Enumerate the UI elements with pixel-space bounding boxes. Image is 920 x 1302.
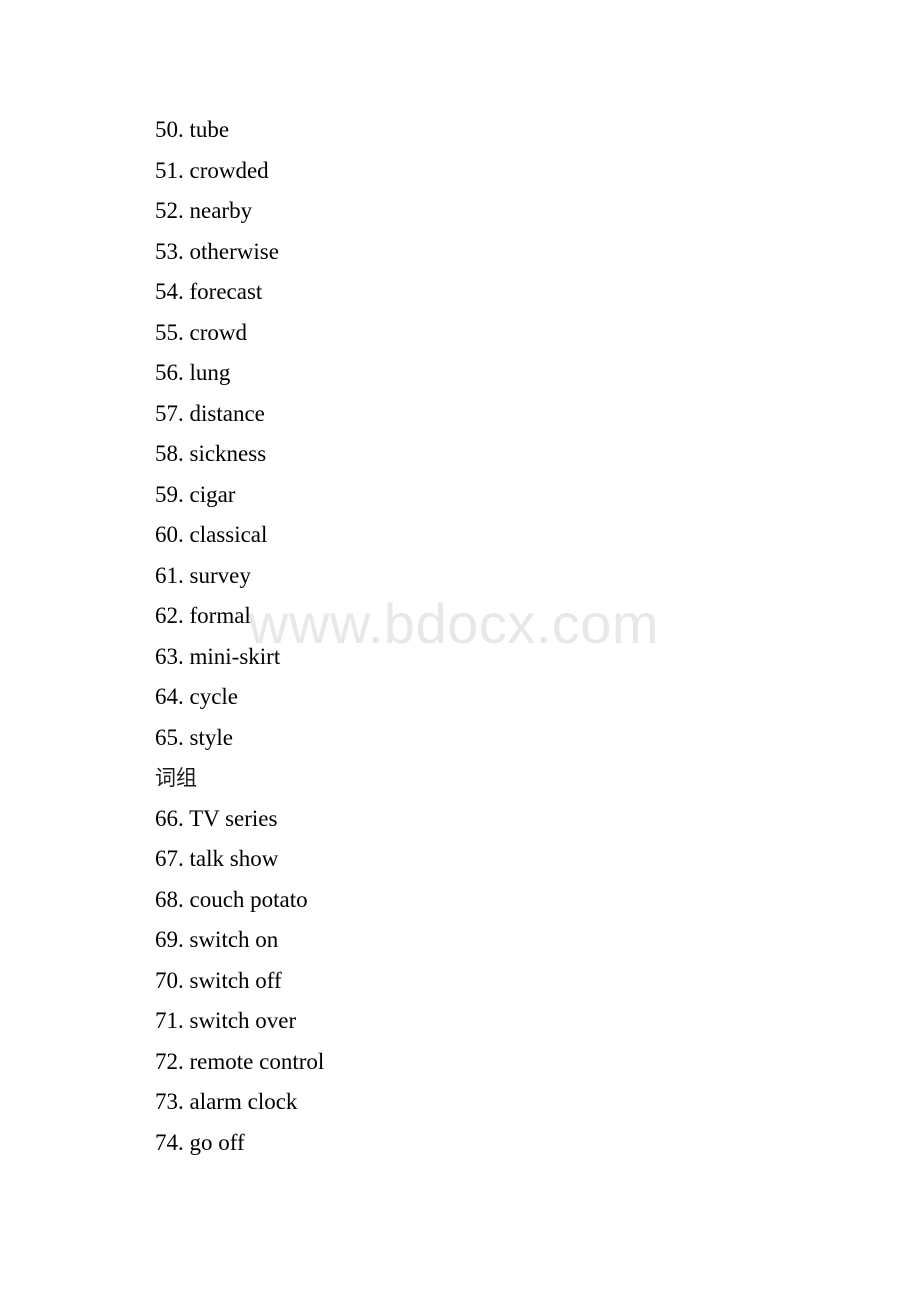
vocabulary-item: 65. style	[155, 724, 233, 750]
vocabulary-item: 66. TV series	[155, 805, 278, 831]
vocabulary-item: 60. classical	[155, 522, 268, 547]
vocabulary-list: 50. tube 51. crowded 52. nearby 53. otherwi…	[0, 0, 920, 1163]
vocabulary-item: 69. switch on	[155, 927, 279, 952]
vocabulary-item: 62. formal	[155, 603, 251, 628]
vocabulary-item: 55. crowd	[155, 319, 247, 345]
vocabulary-item: 72. remote control	[155, 1048, 325, 1074]
vocabulary-item: 70. switch off	[155, 967, 282, 993]
vocabulary-item: 57. distance	[155, 400, 265, 426]
vocabulary-item: 63. mini-skirt	[155, 643, 281, 669]
vocabulary-item: 51. crowded	[155, 157, 269, 183]
vocabulary-item: 68. couch potato	[155, 886, 308, 912]
document-page: www.bdocx.com 50. tube 51. crowded 52. nea…	[0, 0, 920, 1302]
vocabulary-item: 58. sickness	[155, 441, 267, 466]
vocabulary-item: 59. cigar	[155, 481, 236, 507]
vocabulary-item: 50. tube	[155, 117, 230, 142]
vocabulary-item: 56. lung	[155, 360, 231, 385]
vocabulary-item: 73. alarm clock	[155, 1089, 298, 1114]
vocabulary-item: 53. otherwise	[155, 238, 279, 264]
section-heading: 词组	[155, 766, 197, 790]
vocabulary-item: 61. survey	[155, 562, 251, 588]
vocabulary-item: 71. switch over	[155, 1008, 297, 1033]
vocabulary-item: 52. nearby	[155, 198, 253, 223]
vocabulary-item: 64. cycle	[155, 684, 239, 709]
vocabulary-item: 54. forecast	[155, 279, 263, 304]
vocabulary-item: 74. go off	[155, 1129, 245, 1155]
vocabulary-item: 67. talk show	[155, 846, 279, 871]
